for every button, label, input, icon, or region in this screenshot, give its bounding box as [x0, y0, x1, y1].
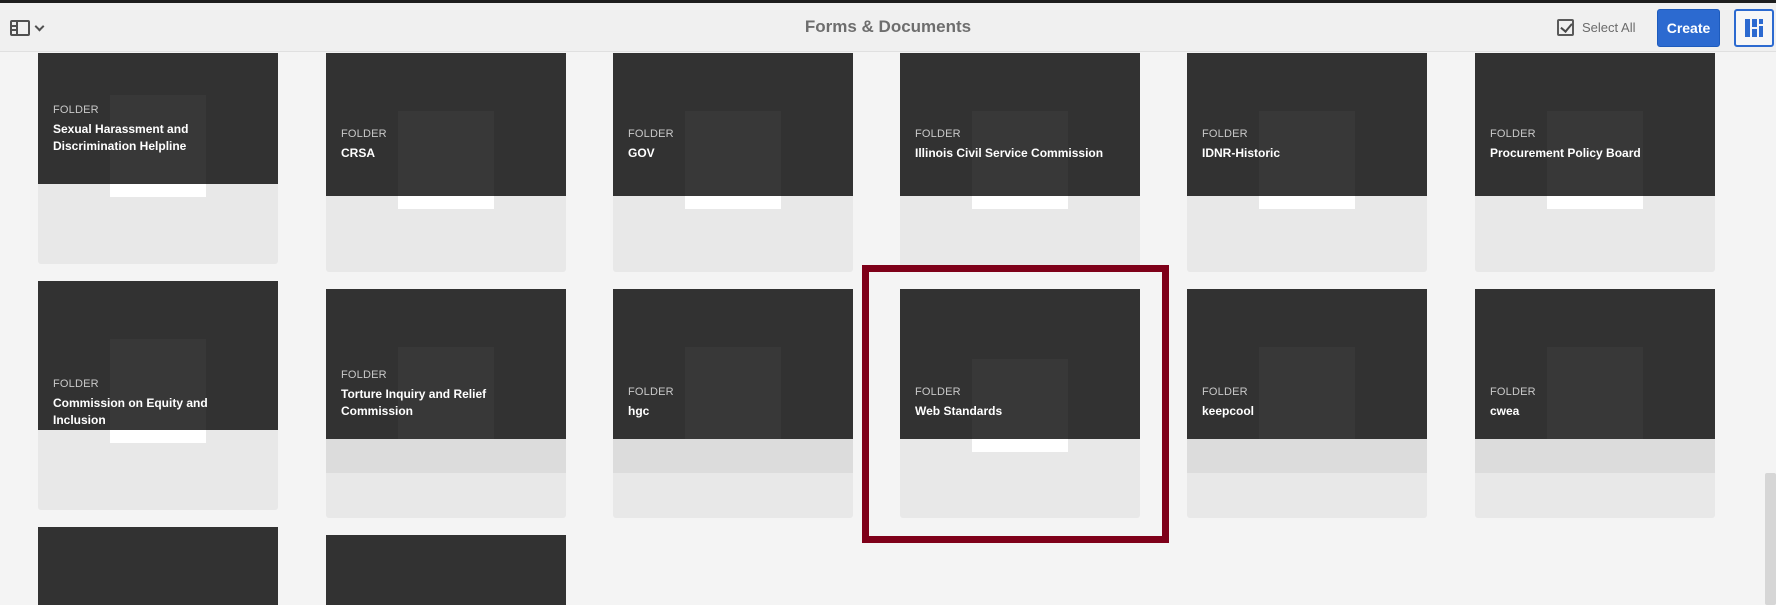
folder-thumbnail: [613, 53, 853, 196]
card-title: keepcool: [1202, 404, 1255, 418]
folder-card[interactable]: FOLDER hgc: [613, 289, 853, 518]
card-title: Web Standards: [915, 404, 1003, 418]
folder-tab: [972, 439, 1068, 452]
folder-thumbnail: [1187, 53, 1427, 196]
card-type-label: FOLDER: [1490, 386, 1536, 398]
folder-tab: [685, 196, 781, 209]
folder-card[interactable]: FOLDER Procurement Policy Board: [1475, 53, 1715, 272]
card-title: Procurement Policy Board: [1490, 146, 1641, 160]
folder-tab: [1547, 196, 1643, 209]
view-switcher-button[interactable]: [1734, 9, 1774, 47]
card-title: Torture Inquiry and Relief Commission: [341, 387, 487, 418]
card-type-label: FOLDER: [53, 378, 99, 390]
rail-toggle-button[interactable]: [10, 17, 54, 39]
card-title: hgc: [628, 404, 650, 418]
card-title: Illinois Civil Service Commission: [915, 146, 1104, 160]
card-type-label: FOLDER: [628, 128, 674, 140]
card-title: cwea: [1490, 404, 1520, 418]
action-bar: Forms & Documents Select All Create: [0, 3, 1776, 52]
folder-thumbnail: [38, 53, 278, 184]
card-type-label: FOLDER: [341, 369, 387, 381]
rail-toggle-icon: [10, 20, 30, 36]
folder-card[interactable]: FOLDER IDNR-Historic: [1187, 53, 1427, 272]
folder-band: [1187, 439, 1427, 473]
folder-thumbnail: [1475, 53, 1715, 196]
create-button[interactable]: Create: [1657, 9, 1720, 47]
card-type-label: FOLDER: [53, 104, 99, 116]
select-all-button[interactable]: Select All: [1557, 19, 1635, 36]
folder-thumbnail: [326, 535, 566, 605]
folder-band: [613, 439, 853, 473]
card-type-label: FOLDER: [915, 386, 961, 398]
card-title: GOV: [628, 146, 655, 160]
folder-card[interactable]: FOLDER Web Standards: [900, 289, 1140, 518]
folder-card[interactable]: FOLDER keepcool: [1187, 289, 1427, 518]
folder-card[interactable]: [326, 535, 566, 605]
folder-thumbnail: [326, 53, 566, 196]
folder-tab: [110, 430, 206, 443]
card-type-label: FOLDER: [1490, 128, 1536, 140]
card-grid: FOLDER Sexual Harassment and Discriminat…: [0, 53, 1776, 605]
card-type-label: FOLDER: [915, 128, 961, 140]
card-type-label: FOLDER: [341, 128, 387, 140]
folder-card[interactable]: FOLDER CRSA: [326, 53, 566, 272]
card-view-icon: [1745, 19, 1763, 37]
card-type-label: FOLDER: [1202, 386, 1248, 398]
folder-card[interactable]: FOLDER GOV: [613, 53, 853, 272]
folder-card[interactable]: FOLDER Illinois Civil Service Commission: [900, 53, 1140, 272]
scrollbar-thumb[interactable]: [1765, 473, 1776, 605]
card-title: IDNR-Historic: [1202, 146, 1281, 160]
card-type-label: FOLDER: [1202, 128, 1248, 140]
card-title: Commission on Equity and Inclusion: [53, 396, 208, 427]
folder-tab: [1259, 196, 1355, 209]
card-title: CRSA: [341, 146, 376, 160]
page-title: Forms & Documents: [804, 17, 972, 36]
folder-card[interactable]: FOLDER Sexual Harassment and Discriminat…: [38, 53, 278, 264]
folder-tab: [398, 196, 494, 209]
vertical-scrollbar[interactable]: [1763, 53, 1776, 605]
checkbox-icon: [1557, 19, 1574, 36]
folder-band: [326, 439, 566, 473]
folder-card[interactable]: FOLDER Commission on Equity and Inclusio…: [38, 281, 278, 510]
select-all-label: Select All: [1582, 20, 1636, 35]
folder-thumbnail: [38, 527, 278, 605]
folder-card[interactable]: FOLDER cwea: [1475, 289, 1715, 518]
card-title: Sexual Harassment and Discrimination Hel…: [53, 122, 189, 153]
folder-tab: [972, 196, 1068, 209]
folder-card[interactable]: FOLDER Torture Inquiry and Relief Commis…: [326, 289, 566, 518]
chevron-down-icon: [34, 21, 45, 31]
card-type-label: FOLDER: [628, 386, 674, 398]
folder-tab: [110, 184, 206, 197]
folder-card[interactable]: [38, 527, 278, 605]
folder-thumbnail: [900, 53, 1140, 196]
folder-band: [1475, 439, 1715, 473]
